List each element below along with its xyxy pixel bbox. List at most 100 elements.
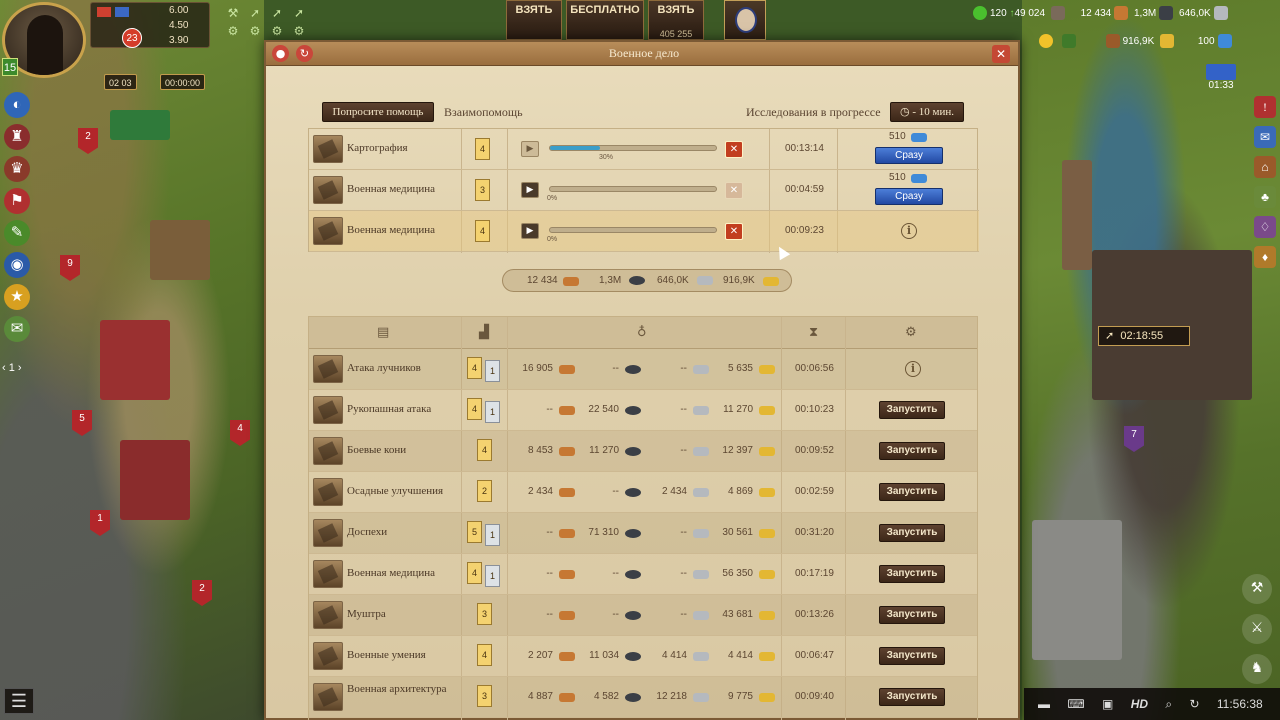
scroll-icon[interactable]: ✎ <box>4 220 30 246</box>
news-button[interactable]: 01:33 <box>1204 64 1238 94</box>
ask-help-button[interactable]: Попросите помощь <box>322 102 434 122</box>
book-icon <box>97 7 111 17</box>
gold-cost: 56 350 <box>722 568 753 579</box>
close-button[interactable]: ✕ <box>992 45 1010 63</box>
castle-icon[interactable]: ♜ <box>4 124 30 150</box>
start-button[interactable]: Запустить <box>879 565 945 583</box>
main-menu-button[interactable]: ☰ <box>4 688 34 714</box>
level-banner: 4 <box>230 420 250 446</box>
hammer-icon[interactable]: ⚒ <box>222 4 244 22</box>
event-timer[interactable]: 00:00:00 <box>160 74 206 90</box>
refresh-icon[interactable]: ↻ <box>1189 697 1199 711</box>
cancel-button[interactable]: ✕ <box>725 141 743 158</box>
build-tools[interactable]: ⚒ ➚ ➚ ➚ ⚙ ⚙ ⚙ ⚙ <box>222 4 314 40</box>
research-icon <box>313 355 343 383</box>
start-button[interactable]: Запустить <box>879 524 945 542</box>
zoom-icon[interactable]: ⌕ <box>1165 697 1172 711</box>
map-build-timer[interactable]: ➚ 02:18:55 <box>1098 326 1190 346</box>
house-building[interactable] <box>150 220 210 280</box>
trophy-icon[interactable]: ♛ <box>4 156 30 182</box>
watchtower-building[interactable] <box>1062 160 1092 270</box>
language-flag-icon[interactable]: ▬ <box>1038 697 1050 711</box>
arrow-icon[interactable]: ➚ <box>288 4 310 22</box>
dialog-title: Военное дело <box>608 46 680 60</box>
star-icon[interactable]: ★ <box>4 284 30 310</box>
instant-button[interactable]: Сразу <box>875 147 943 164</box>
chat-icon[interactable]: ● <box>272 45 289 62</box>
anvil-icon[interactable]: ⚔ <box>1242 614 1272 644</box>
tree-icon[interactable]: ♣ <box>1254 186 1276 208</box>
arrow-icon[interactable]: ➚ <box>244 4 266 22</box>
gear-icon[interactable]: ⚙ <box>266 22 288 40</box>
take-silver-button[interactable]: ВЗЯТЬ 405 255 <box>648 0 704 40</box>
research-icon <box>313 437 343 465</box>
arrow-icon[interactable]: ➚ <box>266 4 288 22</box>
start-button[interactable]: Запустить <box>879 647 945 665</box>
start-button[interactable]: Запустить <box>879 483 945 501</box>
flag-icon[interactable]: ⚑ <box>4 188 30 214</box>
wood-icon <box>559 365 575 374</box>
resource-rates-panel[interactable]: 6.00 4.50 3.90 <box>90 2 210 48</box>
start-button[interactable]: Запустить <box>879 442 945 460</box>
stone-amount: 1,3M <box>599 275 622 286</box>
play-button[interactable]: ▶ <box>521 141 539 157</box>
research-icon <box>313 217 343 245</box>
advisor-portrait[interactable] <box>724 0 766 40</box>
research-time: 00:13:14 <box>785 143 824 154</box>
stone-cost: 11 034 <box>589 650 619 661</box>
resource-bar-2[interactable]: 916,9K 100 <box>1036 28 1235 56</box>
speed-up-button[interactable]: ◷ - 10 мин. <box>890 102 964 122</box>
research-row: Военные умения 4 2 207 11 034 4 414 4 414 00:0… <box>309 636 977 677</box>
refresh-icon[interactable]: ↻ <box>296 45 313 62</box>
play-button[interactable]: ▶ <box>521 223 539 239</box>
take-gems-button[interactable]: ВЗЯТЬ <box>506 0 562 40</box>
iron-icon <box>693 365 709 374</box>
hd-toggle[interactable]: HD <box>1131 697 1148 711</box>
iron-icon <box>697 276 713 285</box>
notification-badge[interactable]: 23 <box>122 28 142 48</box>
tower-building[interactable] <box>120 440 190 520</box>
research-name: Муштра <box>347 608 386 620</box>
keyboard-icon[interactable]: ⌨ <box>1067 697 1084 711</box>
house-icon[interactable]: ⌂ <box>1254 156 1276 178</box>
gear-icon[interactable]: ⚙ <box>222 22 244 40</box>
cancel-button[interactable]: ✕ <box>725 182 743 199</box>
hammer-icon[interactable]: ⚒ <box>1242 574 1272 604</box>
globe-icon[interactable]: ◐ <box>4 92 30 118</box>
crown-timer[interactable]: 02 03 <box>104 74 137 90</box>
free-chest-button[interactable]: БЕСПЛАТНО <box>566 0 644 40</box>
info-icon[interactable]: i <box>905 361 921 377</box>
bag-icon[interactable]: ♦ <box>1254 246 1276 268</box>
horse-icon[interactable]: ♞ <box>1242 654 1272 684</box>
play-button[interactable]: ▶ <box>521 182 539 198</box>
instant-button[interactable]: Сразу <box>875 188 943 205</box>
gear-icon[interactable]: ⚙ <box>244 22 266 40</box>
potion-icon[interactable]: ♢ <box>1254 216 1276 238</box>
stone-cost: 4 582 <box>593 691 619 702</box>
castle-building[interactable] <box>1092 250 1252 400</box>
quest-icon[interactable]: ✉ <box>4 316 30 342</box>
sidebar-pager[interactable]: ‹ 1 › <box>2 362 22 374</box>
mail-icon[interactable]: ✉ <box>1254 126 1276 148</box>
gear-icon[interactable]: ⚙ <box>288 22 310 40</box>
fortress-building[interactable] <box>1032 520 1122 660</box>
map-icon[interactable]: ◉ <box>4 252 30 278</box>
research-icon <box>313 135 343 163</box>
population-icon <box>973 6 987 21</box>
research-name: Атака лучников <box>347 362 421 374</box>
resource-bar[interactable]: 120 ↑49 024 12 434 1,3M 646,0K <box>970 0 1231 28</box>
start-button[interactable]: Запустить <box>879 688 945 706</box>
cancel-button[interactable]: ✕ <box>725 223 743 240</box>
info-icon[interactable]: ! <box>1254 96 1276 118</box>
level-flag: 4 <box>477 644 492 666</box>
game-map-left[interactable]: 2 9 5 4 1 2 <box>0 0 264 720</box>
start-button[interactable]: Запустить <box>879 606 945 624</box>
rate-value: 6.00 <box>169 5 189 16</box>
info-icon[interactable]: i <box>901 223 917 239</box>
market-building[interactable] <box>110 110 170 140</box>
gold-icon <box>759 570 775 579</box>
fullscreen-icon[interactable]: ▣ <box>1102 697 1113 711</box>
mutual-help-link[interactable]: Взаимопомощь <box>444 105 523 120</box>
start-button[interactable]: Запустить <box>879 401 945 419</box>
barracks-building[interactable] <box>100 320 170 400</box>
